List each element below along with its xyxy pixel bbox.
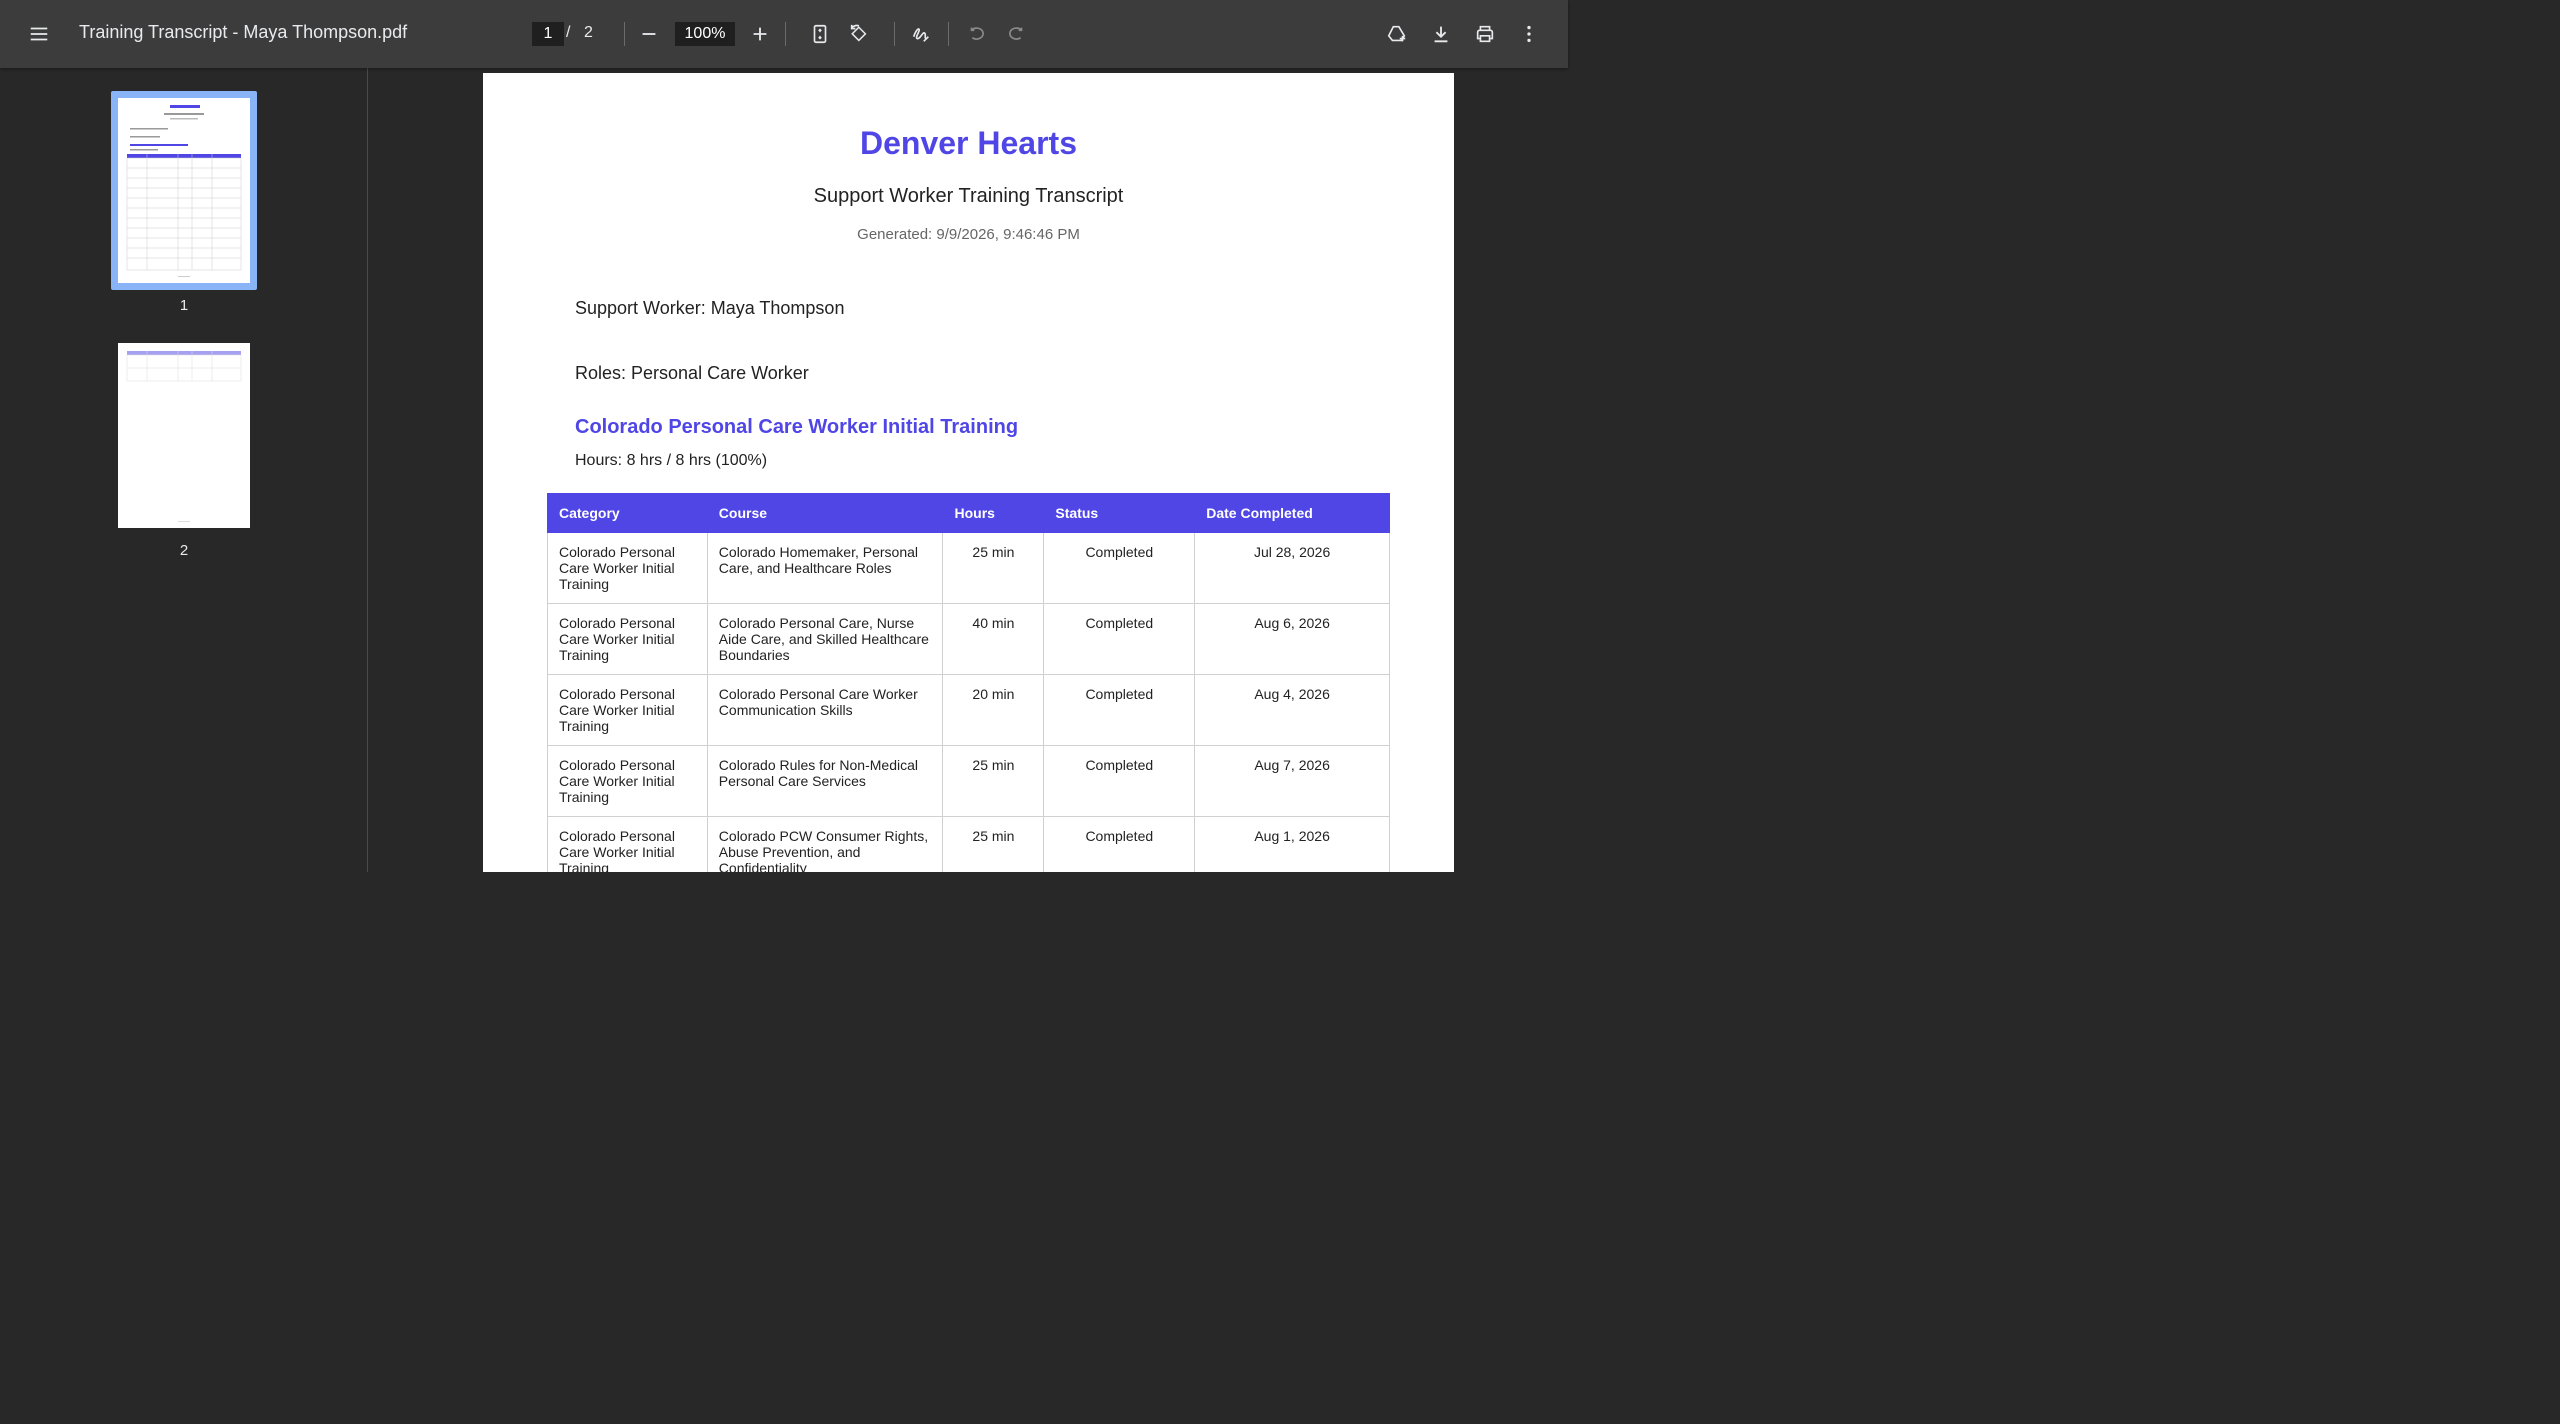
- table-row: Colorado Personal Care Worker Initial Tr…: [547, 745, 1390, 817]
- document-viewer[interactable]: Denver Hearts Support Worker Training Tr…: [369, 68, 1568, 872]
- menu-icon[interactable]: [21, 16, 57, 52]
- zoom-in-button[interactable]: [742, 16, 778, 52]
- table-header-row: Category Course Hours Status Date Comple…: [547, 493, 1390, 533]
- redo-button[interactable]: [998, 16, 1034, 52]
- cell-status: Completed: [1043, 532, 1196, 604]
- fit-to-page-button[interactable]: [802, 16, 838, 52]
- zoom-out-button[interactable]: [631, 16, 667, 52]
- page-thumbnail-2[interactable]: [118, 343, 250, 528]
- current-page-input[interactable]: 1: [532, 22, 564, 46]
- support-worker-name: Support Worker: Maya Thompson: [575, 298, 845, 318]
- header-category: Category: [547, 493, 708, 533]
- cell-category: Colorado Personal Care Worker Initial Tr…: [547, 745, 708, 817]
- worker-roles: Roles: Personal Care Worker: [575, 363, 809, 383]
- toolbar-divider: [785, 22, 786, 46]
- fit-page-icon: [813, 24, 827, 44]
- cell-date: Aug 7, 2026: [1194, 745, 1390, 817]
- cell-course: Colorado Rules for Non-Medical Personal …: [706, 745, 944, 817]
- rotate-icon: [850, 24, 867, 42]
- cell-category: Colorado Personal Care Worker Initial Tr…: [547, 532, 708, 604]
- cell-hours: 40 min: [942, 603, 1045, 675]
- cell-date: Aug 1, 2026: [1194, 816, 1390, 872]
- table-row: Colorado Personal Care Worker Initial Tr…: [547, 532, 1390, 604]
- annotate-button[interactable]: [903, 16, 939, 52]
- cell-hours: 25 min: [942, 745, 1045, 817]
- cell-category: Colorado Personal Care Worker Initial Tr…: [547, 603, 708, 675]
- cell-course: Colorado Homemaker, Personal Care, and H…: [706, 532, 944, 604]
- header-hours: Hours: [942, 493, 1045, 533]
- toolbar-divider: [624, 22, 625, 46]
- cell-hours: 25 min: [942, 532, 1045, 604]
- cell-date: Jul 28, 2026: [1194, 532, 1390, 604]
- section-hours: Hours: 8 hrs / 8 hrs (100%): [575, 452, 768, 469]
- page-separator: /: [566, 24, 571, 41]
- cell-category: Colorado Personal Care Worker Initial Tr…: [547, 816, 708, 872]
- table-row: Colorado Personal Care Worker Initial Tr…: [547, 816, 1390, 872]
- header-date-completed: Date Completed: [1194, 493, 1390, 533]
- header-status: Status: [1043, 493, 1196, 533]
- redo-icon: [1009, 27, 1023, 40]
- print-button[interactable]: [1467, 16, 1503, 52]
- plus-icon: [753, 27, 767, 41]
- drive-add-icon: [1387, 25, 1406, 42]
- thumbnail-label-1: 1: [179, 297, 189, 314]
- download-button[interactable]: [1423, 16, 1459, 52]
- header-course: Course: [706, 493, 944, 533]
- cell-hours: 20 min: [942, 674, 1045, 746]
- cell-course: Colorado Personal Care, Nurse Aide Care,…: [706, 603, 944, 675]
- cell-status: Completed: [1043, 745, 1196, 817]
- total-pages: 2: [584, 24, 593, 41]
- cell-date: Aug 4, 2026: [1194, 674, 1390, 746]
- cell-category: Colorado Personal Care Worker Initial Tr…: [547, 674, 708, 746]
- toolbar-divider: [894, 22, 895, 46]
- minus-icon: [642, 33, 656, 35]
- thumbnail-label-2: 2: [179, 542, 189, 559]
- document-title: Training Transcript - Maya Thompson.pdf: [79, 22, 408, 42]
- document-subtitle: Support Worker Training Transcript: [813, 185, 1124, 207]
- more-options-button[interactable]: [1511, 16, 1547, 52]
- generated-timestamp: Generated: 9/9/2026, 9:46:46 PM: [857, 226, 1080, 243]
- training-table: Category Course Hours Status Date Comple…: [547, 493, 1390, 872]
- cell-status: Completed: [1043, 674, 1196, 746]
- page-thumbnail-1[interactable]: [118, 98, 250, 283]
- rotate-button[interactable]: [841, 16, 877, 52]
- cell-status: Completed: [1043, 816, 1196, 872]
- cell-hours: 25 min: [942, 816, 1045, 872]
- table-row: Colorado Personal Care Worker Initial Tr…: [547, 603, 1390, 675]
- cell-course: Colorado PCW Consumer Rights, Abuse Prev…: [706, 816, 944, 872]
- draw-icon: [912, 28, 929, 42]
- print-icon: [1476, 25, 1494, 43]
- more-vert-icon: [1527, 25, 1531, 43]
- download-icon: [1434, 26, 1448, 43]
- page-thumbnail-preview: [126, 105, 242, 277]
- undo-icon: [970, 27, 984, 40]
- pdf-page: Denver Hearts Support Worker Training Tr…: [483, 73, 1454, 872]
- table-row: Colorado Personal Care Worker Initial Tr…: [547, 674, 1390, 746]
- undo-button[interactable]: [959, 16, 995, 52]
- cell-course: Colorado Personal Care Worker Communicat…: [706, 674, 944, 746]
- pdf-toolbar: Training Transcript - Maya Thompson.pdf …: [0, 0, 1568, 68]
- section-title: Colorado Personal Care Worker Initial Tr…: [575, 416, 1019, 438]
- toolbar-divider: [948, 22, 949, 46]
- organization-name: Denver Hearts: [860, 125, 1077, 161]
- save-to-drive-button[interactable]: [1379, 16, 1415, 52]
- cell-status: Completed: [1043, 603, 1196, 675]
- cell-date: Aug 6, 2026: [1194, 603, 1390, 675]
- zoom-level-input[interactable]: 100%: [675, 22, 735, 46]
- page-thumbnail-preview: [126, 351, 242, 522]
